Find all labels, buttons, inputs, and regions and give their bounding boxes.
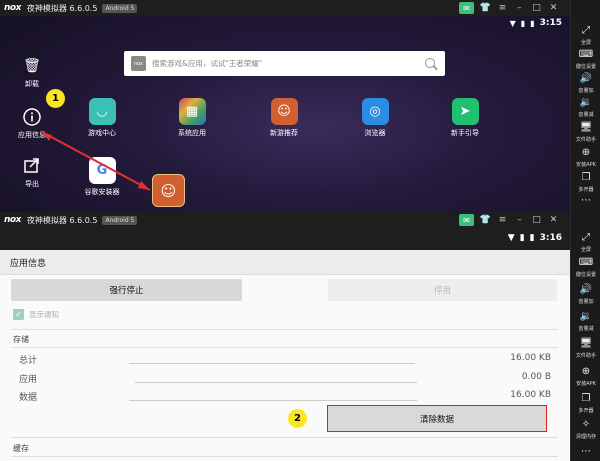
annotation-marker-2: 2: [288, 409, 307, 428]
cache-header: 缓存: [13, 444, 29, 453]
multi-instance-icon: ❐: [581, 172, 591, 183]
page-title: 应用信息: [10, 259, 47, 269]
side-item-label: 音量加: [578, 299, 594, 305]
side-item-volume-down[interactable]: 🔉 音量减: [571, 311, 600, 332]
side-item-file-helper[interactable]: 🖥 文件助手: [571, 122, 600, 143]
side-item-fullscreen[interactable]: ⤢ 全屏: [571, 25, 600, 46]
side-item-file-helper[interactable]: 🖥 文件助手: [571, 338, 600, 359]
sim-icon: ▮: [519, 233, 525, 243]
fullscreen-icon: ⤢: [582, 232, 590, 243]
divider: [129, 400, 417, 401]
side-item-fullscreen[interactable]: ⤢ 全屏: [571, 232, 600, 253]
force-stop-button[interactable]: 强行停止: [11, 279, 242, 301]
side-item-install-apk[interactable]: ⊕ 安装APK: [571, 366, 600, 387]
storage-row-data: 数据 16.00 KB: [19, 390, 551, 406]
side-item-label: 音量减: [578, 326, 594, 332]
screenshot-root: nox 夜神模拟器 6.6.0.5 Android 5 ✉ 👕 ≡ – □ ✕ …: [0, 0, 600, 461]
side-item-label: 文件助手: [575, 137, 597, 143]
disable-button[interactable]: 停用: [328, 279, 557, 301]
install-apk-icon: ⊕: [581, 147, 591, 158]
mail-icon[interactable]: ✉: [459, 214, 474, 226]
menu-icon[interactable]: ≡: [494, 212, 511, 228]
file-helper-icon: 🖥: [579, 122, 593, 133]
home-screen-window: nox 夜神模拟器 6.6.0.5 Android 5 ✉ 👕 ≡ – □ ✕ …: [0, 0, 570, 212]
window-title: 夜神模拟器 6.6.0.5: [26, 215, 98, 225]
clean-memory-icon: ✧: [581, 419, 591, 430]
window-controls: ✉ 👕 ≡ – □ ✕: [456, 212, 562, 228]
divider: [135, 382, 417, 383]
side-item-volume-up[interactable]: 🔊 音量加: [571, 284, 600, 305]
side-item-label: 清理内存: [575, 434, 597, 440]
volume-up-icon: 🔊: [579, 73, 593, 84]
keyboard-icon: ⌨: [578, 49, 594, 60]
side-item-multi-instance[interactable]: ❐ 多开器: [571, 172, 600, 193]
divider: [11, 347, 558, 348]
side-item-label: 文件助手: [575, 353, 597, 359]
shirt-skin-icon[interactable]: 👕: [477, 212, 494, 228]
show-notifications-row[interactable]: ✓ 显示通知: [13, 309, 59, 320]
close-icon[interactable]: ✕: [545, 212, 562, 228]
multi-instance-icon: ❐: [581, 393, 591, 404]
annotation-arrow: [41, 131, 151, 191]
volume-down-icon: 🔉: [579, 97, 593, 108]
side-item-label: 安装APK: [576, 162, 596, 168]
keyboard-icon: ⌨: [578, 257, 594, 268]
divider: [11, 437, 558, 438]
clock: 3:16: [539, 233, 562, 243]
divider: [129, 363, 415, 364]
side-item-keymap[interactable]: ⌨ 键位设置: [571, 49, 600, 70]
wifi-icon: ▼: [507, 233, 515, 243]
minimize-icon[interactable]: –: [511, 212, 528, 228]
side-more-icon[interactable]: ⋯: [571, 195, 600, 207]
volume-up-icon: 🔊: [579, 284, 593, 295]
side-item-keymap[interactable]: ⌨ 键位设置: [571, 257, 600, 278]
emulator-side-toolbar: ⤢ 全屏 ⌨ 键位设置 🔊 音量加 🔉 音量减 🖥 文件助手 ⊕ 安装APK ❐…: [570, 0, 600, 461]
battery-icon: ▮: [529, 233, 535, 243]
side-item-label: 音量减: [578, 112, 594, 118]
side-item-label: 键位设置: [575, 272, 597, 278]
android-status-bar: ▼ ▮ ▮ 3:16: [0, 228, 570, 250]
side-item-label: 音量加: [578, 88, 594, 94]
storage-value: 16.00 KB: [510, 353, 551, 363]
storage-row-app: 应用 0.00 B: [19, 372, 551, 388]
storage-header: 存储: [13, 335, 29, 344]
side-item-multi-instance[interactable]: ❐ 多开器: [571, 393, 600, 414]
side-item-label: 键位设置: [575, 64, 597, 70]
volume-down-icon: 🔉: [579, 311, 593, 322]
side-item-label: 多开器: [578, 187, 594, 193]
storage-row-total: 总计 16.00 KB: [19, 353, 551, 369]
side-item-label: 多开器: [578, 408, 594, 414]
checkbox-check-icon[interactable]: ✓: [13, 309, 24, 320]
divider: [11, 329, 558, 330]
divider: [11, 456, 558, 457]
storage-label: 应用: [19, 375, 38, 385]
side-item-label: 全屏: [580, 40, 592, 46]
storage-label: 总计: [19, 356, 38, 366]
clear-data-button[interactable]: 清除数据: [327, 405, 547, 432]
side-more-icon[interactable]: ⋯: [571, 446, 600, 458]
android-version-badge: Android 5: [102, 215, 138, 225]
side-item-label: 全屏: [580, 247, 592, 253]
side-item-clean-memory[interactable]: ✧ 清理内存: [571, 419, 600, 440]
side-item-label: 安装APK: [576, 381, 596, 387]
show-notifications-label: 显示通知: [29, 310, 59, 319]
window-titlebar: nox 夜神模拟器 6.6.0.5 Android 5 ✉ 👕 ≡ – □ ✕: [0, 212, 570, 228]
maximize-icon[interactable]: □: [528, 212, 545, 228]
app-info-window: nox 夜神模拟器 6.6.0.5 Android 5 ✉ 👕 ≡ – □ ✕ …: [0, 212, 570, 461]
storage-label: 数据: [19, 393, 38, 403]
app-bar: 应用信息: [0, 250, 570, 275]
side-item-volume-down[interactable]: 🔉 音量减: [571, 97, 600, 118]
annotation-marker-1: 1: [46, 89, 65, 108]
fullscreen-icon: ⤢: [582, 25, 590, 36]
side-item-install-apk[interactable]: ⊕ 安装APK: [571, 147, 600, 168]
nox-logo: nox: [4, 215, 21, 225]
install-apk-icon: ⊕: [581, 366, 591, 377]
side-item-volume-up[interactable]: 🔊 音量加: [571, 73, 600, 94]
file-helper-icon: 🖥: [579, 338, 593, 349]
storage-value: 0.00 B: [521, 372, 551, 382]
storage-value: 16.00 KB: [510, 390, 551, 400]
